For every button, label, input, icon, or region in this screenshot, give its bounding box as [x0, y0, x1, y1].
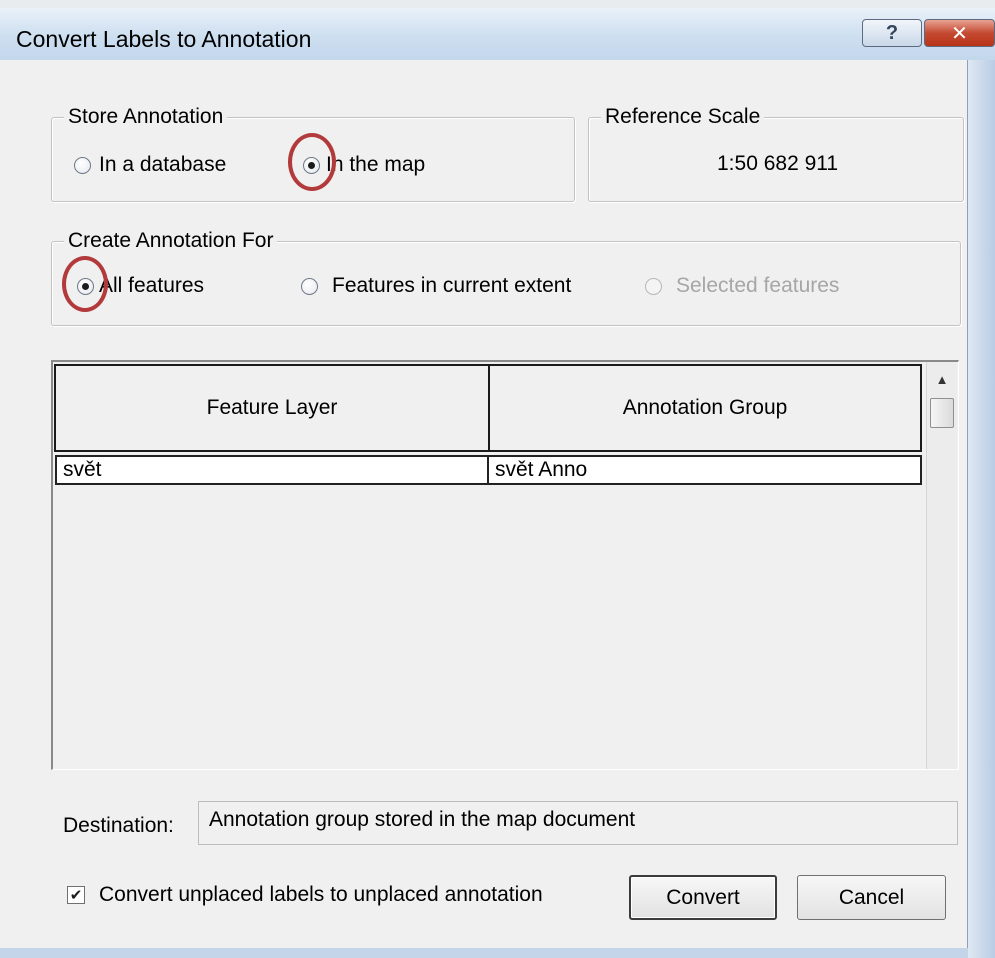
- cell-text: svět: [63, 458, 102, 481]
- question-mark-icon: ?: [885, 21, 899, 44]
- radio-button-icon: [74, 156, 91, 174]
- table-cell-feature-layer[interactable]: svět: [55, 455, 489, 485]
- radio-label-selected-features: Selected features: [676, 274, 840, 297]
- destination-field: Annotation group stored in the map docum…: [198, 801, 958, 845]
- reference-scale-legend: Reference Scale: [601, 104, 765, 130]
- radio-all-features[interactable]: All features: [77, 274, 204, 298]
- create-annotation-legend: Create Annotation For: [64, 228, 278, 254]
- store-annotation-legend: Store Annotation: [64, 104, 228, 130]
- reference-scale-value: 1:50 682 911: [717, 152, 839, 175]
- close-icon: ✕: [951, 22, 968, 45]
- title-bar: Convert Labels to Annotation ? ✕: [0, 8, 995, 61]
- checkmark-icon: ✔: [67, 886, 85, 904]
- radio-button-selected-icon: [303, 156, 320, 174]
- close-button[interactable]: ✕: [924, 19, 995, 47]
- radio-label-in-a-database: In a database: [99, 153, 227, 176]
- window-title: Convert Labels to Annotation: [16, 26, 312, 52]
- table-cell-annotation-group[interactable]: svět Anno: [489, 455, 922, 485]
- window-bottom-border: [0, 948, 968, 958]
- cell-text: svět Anno: [495, 458, 588, 481]
- scrollbar-thumb[interactable]: [930, 398, 954, 428]
- column-header-label: Annotation Group: [622, 396, 788, 419]
- radio-in-a-database[interactable]: In a database: [74, 153, 226, 177]
- window-right-border-line: [967, 60, 968, 958]
- window-right-border: [968, 60, 995, 958]
- convert-button[interactable]: Convert: [629, 875, 777, 920]
- radio-button-selected-icon: [77, 277, 94, 295]
- radio-features-in-current-extent[interactable]: Features in current extent: [301, 274, 571, 298]
- help-button[interactable]: ?: [862, 19, 922, 47]
- column-header-annotation-group[interactable]: Annotation Group: [488, 364, 922, 452]
- column-header-label: Feature Layer: [206, 396, 338, 419]
- radio-label-in-the-map: In the map: [326, 153, 426, 176]
- chevron-up-icon[interactable]: ▲: [927, 368, 957, 390]
- column-header-feature-layer[interactable]: Feature Layer: [54, 364, 490, 452]
- radio-label-all-features: All features: [99, 274, 205, 297]
- destination-label: Destination:: [63, 814, 174, 837]
- convert-unplaced-label: Convert unplaced labels to unplaced anno…: [99, 883, 543, 906]
- vertical-scrollbar[interactable]: ▲: [926, 362, 957, 769]
- radio-button-disabled-icon: [645, 277, 662, 295]
- cancel-button[interactable]: Cancel: [797, 875, 946, 920]
- convert-unplaced-checkbox[interactable]: ✔ Convert unplaced labels to unplaced an…: [67, 883, 543, 907]
- radio-selected-features: Selected features: [645, 274, 839, 298]
- radio-button-icon: [301, 277, 318, 295]
- radio-in-the-map[interactable]: In the map: [303, 153, 425, 177]
- radio-label-features-in-current-extent: Features in current extent: [332, 274, 572, 297]
